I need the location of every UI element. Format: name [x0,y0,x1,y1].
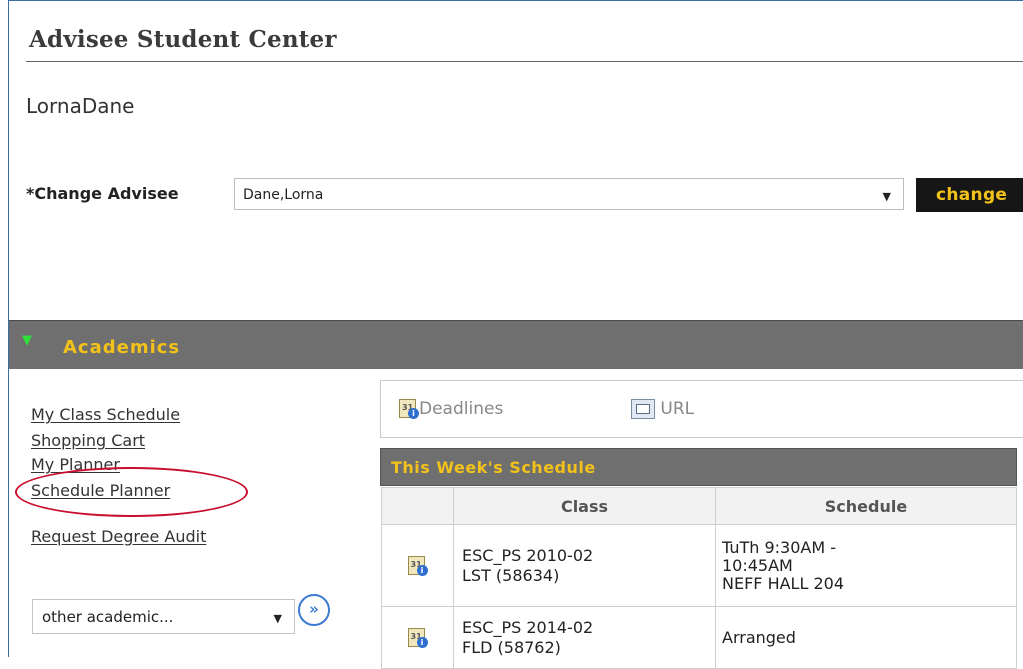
other-academic-select-value: other academic... [42,608,174,626]
academics-section-label: Academics [63,337,181,358]
student-name: LornaDane [26,94,135,118]
chevron-down-icon: ▼ [273,612,282,625]
schedule-days: Arranged [722,627,796,647]
advisee-select[interactable]: Dane,Lorna ▼ [234,178,904,210]
request-degree-audit-link[interactable]: Request Degree Audit [31,527,206,546]
schedule-time: 10:45AM [722,555,793,575]
academics-toolbar: 31 i Deadlines URL [380,380,1023,438]
shopping-cart-link[interactable]: Shopping Cart [31,431,145,450]
this-weeks-schedule-title: This Week's Schedule [380,448,1017,486]
class-name: ESC_PS 2010-02 [462,545,594,565]
schedule-location: NEFF HALL 204 [722,573,844,593]
window-border-top [8,0,1023,1]
calendar-info-icon[interactable]: 31 i [407,627,428,648]
class-section: FLD (58762) [462,637,561,657]
table-row: 31 i ESC_PS 2010-02 LST (58634) TuTh 9:30… [381,524,1017,607]
page-title: Advisee Student Center [29,26,337,53]
schedule-table: Class Schedule 31 i ESC_PS 2010-02 LST (5… [381,487,1017,669]
advisee-select-value: Dane,Lorna [243,187,324,203]
icon-column-header [381,487,454,525]
schedule-column-header: Schedule [715,487,1017,525]
deadlines-label: Deadlines [419,399,504,419]
class-name: ESC_PS 2014-02 [462,617,594,637]
class-cell: ESC_PS 2014-02 FLD (58762) [453,606,716,669]
class-section: LST (58634) [462,565,560,585]
row-icon-cell: 31 i [381,524,454,607]
row-icon-cell: 31 i [381,606,454,669]
table-header-row: Class Schedule [381,487,1017,525]
title-divider [26,61,1023,62]
schedule-cell: Arranged [715,606,1017,669]
table-row: 31 i ESC_PS 2014-02 FLD (58762) Arranged [381,606,1017,669]
deadlines-link[interactable]: 31 i Deadlines [399,399,503,419]
class-cell: ESC_PS 2010-02 LST (58634) [453,524,716,607]
go-icon[interactable]: » [298,594,330,626]
my-class-schedule-link[interactable]: My Class Schedule [31,405,180,424]
schedule-days: TuTh 9:30AM - [722,537,837,557]
other-academic-select[interactable]: other academic... ▼ [32,599,295,634]
chevron-down-icon: ▼ [882,190,891,203]
change-advisee-label: *Change Advisee [26,184,179,203]
collapse-triangle-icon[interactable]: ▼ [22,333,32,348]
change-button[interactable]: change [916,178,1023,212]
url-label: URL [660,399,695,419]
calendar-info-icon: 31 i [399,399,419,419]
highlight-oval [15,467,248,517]
url-link[interactable]: URL [631,399,694,419]
calendar-info-icon[interactable]: 31 i [407,555,428,576]
class-column-header: Class [453,487,716,525]
schedule-cell: TuTh 9:30AM - 10:45AM NEFF HALL 204 [715,524,1017,607]
url-icon [631,399,655,419]
academics-section-header[interactable]: ▼ Academics [9,320,1023,369]
